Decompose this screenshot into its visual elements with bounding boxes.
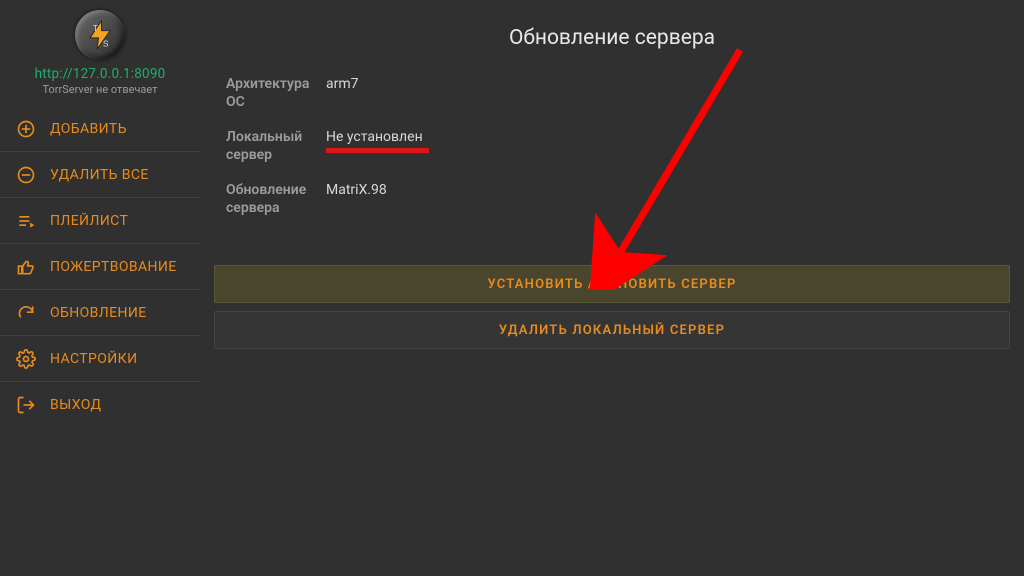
playlist-icon	[16, 211, 36, 231]
svg-text:T: T	[93, 23, 98, 33]
thumbs-up-icon	[16, 257, 36, 277]
sidebar-menu: ДОБАВИТЬ УДАЛИТЬ ВСЕ ПЛЕЙЛИСТ ПОЖЕРТВОВА…	[0, 106, 200, 428]
sidebar-item-label: ПЛЕЙЛИСТ	[50, 213, 128, 229]
sidebar-item-label: УДАЛИТЬ ВСЕ	[50, 167, 149, 183]
server-info: Архитектура ОС arm7 Локальный сервер Не …	[226, 76, 1012, 217]
info-value-local: Не установлен	[326, 129, 423, 147]
sidebar-item-settings[interactable]: НАСТРОЙКИ	[0, 336, 200, 382]
sidebar-item-playlist[interactable]: ПЛЕЙЛИСТ	[0, 198, 200, 244]
sidebar: T S http://127.0.0.1:8090 TorrServer не …	[0, 0, 200, 576]
sidebar-item-label: НАСТРОЙКИ	[50, 351, 137, 367]
info-label: Обновление сервера	[226, 182, 326, 217]
app-logo: T S	[0, 10, 200, 60]
server-url[interactable]: http://127.0.0.1:8090	[0, 66, 200, 82]
sidebar-item-delete-all[interactable]: УДАЛИТЬ ВСЕ	[0, 152, 200, 198]
annotation-underline	[326, 148, 429, 153]
info-row-update: Обновление сервера MatriX.98	[226, 182, 1012, 217]
local-status-text: Не установлен	[326, 129, 423, 145]
info-value-arch: arm7	[326, 76, 359, 94]
info-label: Локальный сервер	[226, 129, 326, 164]
sidebar-item-label: ПОЖЕРТВОВАНИЕ	[50, 259, 177, 275]
info-row-arch: Архитектура ОС arm7	[226, 76, 1012, 111]
sidebar-item-exit[interactable]: ВЫХОД	[0, 382, 200, 428]
sidebar-item-update[interactable]: ОБНОВЛЕНИЕ	[0, 290, 200, 336]
info-row-local: Локальный сервер Не установлен	[226, 129, 1012, 164]
logo-icon: T S	[75, 10, 125, 60]
install-update-button[interactable]: УСТАНОВИТЬ / ОБНОВИТЬ СЕРВЕР	[214, 265, 1010, 303]
exit-icon	[16, 395, 36, 415]
gear-icon	[16, 349, 36, 369]
minus-circle-icon	[16, 165, 36, 185]
main-content: Обновление сервера Архитектура ОС arm7 Л…	[200, 0, 1024, 576]
sidebar-item-donate[interactable]: ПОЖЕРТВОВАНИЕ	[0, 244, 200, 290]
delete-local-button[interactable]: УДАЛИТЬ ЛОКАЛЬНЫЙ СЕРВЕР	[214, 311, 1010, 349]
sidebar-item-label: ДОБАВИТЬ	[50, 121, 127, 137]
svg-text:S: S	[103, 38, 109, 48]
sidebar-item-label: ОБНОВЛЕНИЕ	[50, 305, 147, 321]
plus-circle-icon	[16, 119, 36, 139]
refresh-icon	[16, 303, 36, 323]
action-buttons: УСТАНОВИТЬ / ОБНОВИТЬ СЕРВЕР УДАЛИТЬ ЛОК…	[212, 265, 1012, 349]
info-value-update: MatriX.98	[326, 182, 387, 200]
info-label: Архитектура ОС	[226, 76, 326, 111]
server-status: TorrServer не отвечает	[0, 83, 200, 96]
sidebar-item-label: ВЫХОД	[50, 397, 102, 413]
page-title: Обновление сервера	[212, 26, 1012, 50]
sidebar-item-add[interactable]: ДОБАВИТЬ	[0, 106, 200, 152]
